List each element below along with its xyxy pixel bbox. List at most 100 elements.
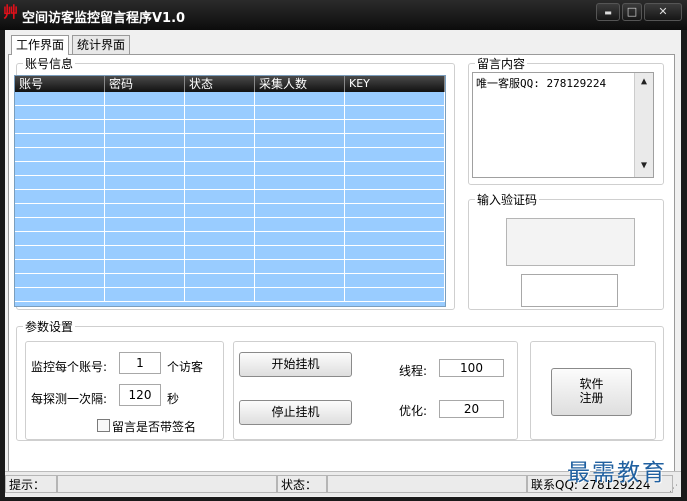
minimize-button[interactable]: ▬ [596, 3, 620, 21]
scroll-down-icon[interactable]: ▼ [635, 157, 653, 175]
table-cell[interactable] [345, 260, 445, 273]
table-row[interactable] [15, 218, 445, 232]
table-row[interactable] [15, 106, 445, 120]
table-cell[interactable] [255, 260, 345, 273]
table-cell[interactable] [255, 246, 345, 259]
threads-input[interactable]: 100 [439, 359, 504, 377]
register-button[interactable]: 软件 注册 [551, 368, 632, 416]
table-cell[interactable] [255, 134, 345, 147]
table-cell[interactable] [105, 134, 185, 147]
table-cell[interactable] [105, 106, 185, 119]
table-cell[interactable] [15, 148, 105, 161]
table-cell[interactable] [255, 106, 345, 119]
table-cell[interactable] [345, 162, 445, 175]
table-cell[interactable] [105, 246, 185, 259]
table-cell[interactable] [255, 288, 345, 301]
table-row[interactable] [15, 92, 445, 106]
table-cell[interactable] [185, 92, 255, 105]
table-row[interactable] [15, 176, 445, 190]
table-cell[interactable] [345, 148, 445, 161]
table-cell[interactable] [185, 204, 255, 217]
table-row[interactable] [15, 260, 445, 274]
table-cell[interactable] [345, 190, 445, 203]
table-cell[interactable] [255, 274, 345, 287]
table-cell[interactable] [345, 106, 445, 119]
resize-grip-icon[interactable]: ⋰ [669, 484, 678, 494]
message-scrollbar[interactable]: ▲ ▼ [634, 73, 653, 177]
table-cell[interactable] [345, 204, 445, 217]
table-cell[interactable] [345, 134, 445, 147]
table-cell[interactable] [15, 106, 105, 119]
table-cell[interactable] [185, 190, 255, 203]
column-header-collected[interactable]: 采集人数 [255, 76, 345, 92]
column-header-key[interactable]: KEY [345, 76, 445, 92]
table-cell[interactable] [345, 218, 445, 231]
account-grid[interactable]: 账号 密码 状态 采集人数 KEY [14, 75, 446, 307]
table-cell[interactable] [15, 176, 105, 189]
close-button[interactable]: ✕ [644, 3, 682, 21]
signature-checkbox[interactable] [97, 419, 110, 432]
table-cell[interactable] [15, 92, 105, 105]
title-bar[interactable]: 艸 空间访客监控留言程序V1.0 ▬ □ ✕ [0, 0, 687, 30]
tab-statistics[interactable]: 统计界面 [72, 35, 131, 54]
table-row[interactable] [15, 190, 445, 204]
table-cell[interactable] [255, 148, 345, 161]
table-cell[interactable] [255, 204, 345, 217]
table-cell[interactable] [105, 204, 185, 217]
table-cell[interactable] [255, 176, 345, 189]
maximize-button[interactable]: □ [622, 3, 642, 21]
column-header-account[interactable]: 账号 [15, 76, 105, 92]
table-cell[interactable] [345, 232, 445, 245]
table-cell[interactable] [255, 120, 345, 133]
column-header-password[interactable]: 密码 [105, 76, 185, 92]
table-cell[interactable] [185, 106, 255, 119]
table-cell[interactable] [105, 162, 185, 175]
table-cell[interactable] [105, 232, 185, 245]
table-cell[interactable] [105, 260, 185, 273]
table-cell[interactable] [345, 176, 445, 189]
table-cell[interactable] [15, 190, 105, 203]
table-cell[interactable] [105, 274, 185, 287]
table-cell[interactable] [105, 148, 185, 161]
start-button[interactable]: 开始挂机 [239, 352, 352, 377]
table-cell[interactable] [345, 288, 445, 301]
table-cell[interactable] [15, 260, 105, 273]
table-row[interactable] [15, 274, 445, 288]
table-cell[interactable] [105, 190, 185, 203]
table-cell[interactable] [185, 218, 255, 231]
table-row[interactable] [15, 204, 445, 218]
captcha-image[interactable] [506, 218, 635, 266]
table-cell[interactable] [185, 274, 255, 287]
table-cell[interactable] [345, 92, 445, 105]
table-cell[interactable] [185, 176, 255, 189]
scroll-up-icon[interactable]: ▲ [635, 73, 653, 91]
stop-button[interactable]: 停止挂机 [239, 400, 352, 425]
table-cell[interactable] [255, 162, 345, 175]
table-cell[interactable] [185, 260, 255, 273]
table-row[interactable] [15, 246, 445, 260]
signature-checkbox-label[interactable]: 留言是否带签名 [112, 418, 196, 435]
table-row[interactable] [15, 120, 445, 134]
visitors-per-account-input[interactable]: 1 [119, 352, 161, 374]
table-cell[interactable] [185, 288, 255, 301]
table-cell[interactable] [255, 218, 345, 231]
table-cell[interactable] [15, 288, 105, 301]
table-cell[interactable] [105, 120, 185, 133]
table-row[interactable] [15, 148, 445, 162]
table-cell[interactable] [15, 162, 105, 175]
table-cell[interactable] [255, 92, 345, 105]
table-cell[interactable] [15, 232, 105, 245]
table-cell[interactable] [15, 120, 105, 133]
table-cell[interactable] [185, 162, 255, 175]
table-cell[interactable] [185, 246, 255, 259]
table-cell[interactable] [15, 246, 105, 259]
table-cell[interactable] [15, 134, 105, 147]
table-cell[interactable] [345, 274, 445, 287]
table-row[interactable] [15, 288, 445, 302]
table-cell[interactable] [185, 232, 255, 245]
captcha-input[interactable] [521, 274, 618, 307]
table-cell[interactable] [105, 176, 185, 189]
table-cell[interactable] [105, 218, 185, 231]
table-cell[interactable] [185, 134, 255, 147]
table-cell[interactable] [255, 232, 345, 245]
